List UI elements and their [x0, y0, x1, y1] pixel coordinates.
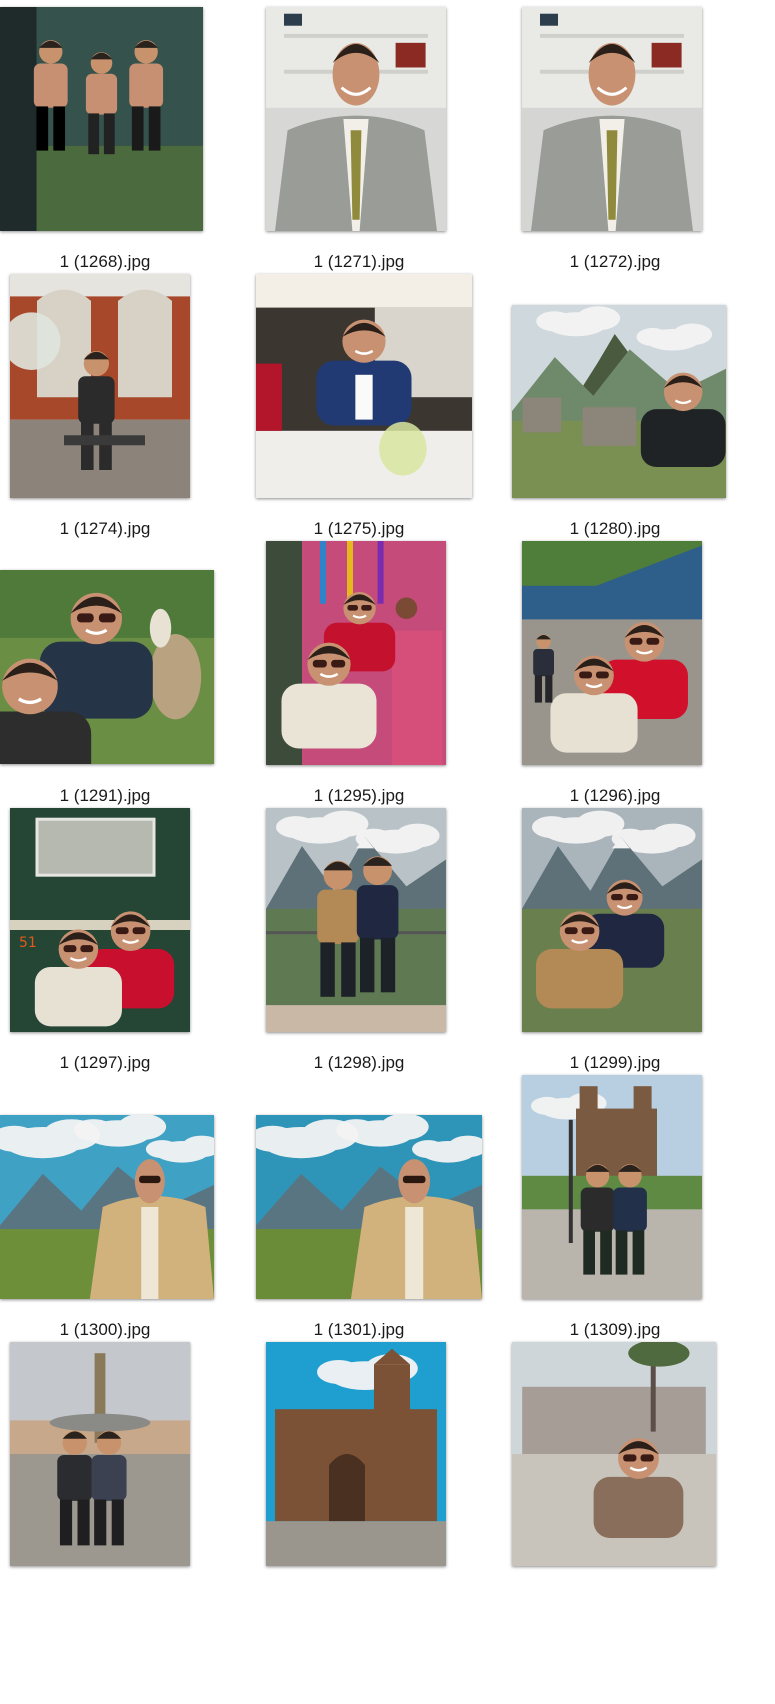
file-thumbnail[interactable]: [0, 1115, 214, 1299]
file-thumbnail[interactable]: [522, 7, 702, 231]
file-thumbnail[interactable]: [256, 274, 472, 498]
file-item[interactable]: 1 (1275).jpg: [256, 267, 512, 553]
file-thumbnail[interactable]: [266, 541, 446, 765]
file-item[interactable]: [0, 1335, 256, 1621]
file-thumbnail[interactable]: [0, 570, 214, 764]
file-item[interactable]: 51 1 (1297).jpg: [0, 801, 256, 1087]
file-thumbnail[interactable]: [266, 7, 446, 231]
file-item[interactable]: 1 (1296).jpg: [512, 534, 768, 820]
file-item[interactable]: 1 (1274).jpg: [0, 267, 256, 553]
file-item[interactable]: 1 (1300).jpg: [0, 1068, 256, 1354]
file-thumbnail[interactable]: [266, 808, 446, 1032]
file-item[interactable]: [256, 1335, 512, 1621]
file-item[interactable]: 1 (1291).jpg: [0, 534, 256, 820]
file-item[interactable]: [512, 1335, 768, 1621]
file-thumbnail[interactable]: [522, 541, 702, 765]
file-thumbnail[interactable]: [522, 1075, 702, 1299]
file-thumbnail[interactable]: [10, 274, 190, 498]
file-thumbnail[interactable]: [522, 808, 702, 1032]
file-item[interactable]: 1 (1301).jpg: [256, 1068, 512, 1354]
file-item[interactable]: 1 (1309).jpg: [512, 1068, 768, 1354]
svg-text:51: 51: [19, 935, 37, 951]
file-item[interactable]: 1 (1299).jpg: [512, 801, 768, 1087]
file-grid: 1 (1268).jpg 1 (1271).jpg 1 (1272).jpg 1…: [0, 0, 775, 1704]
file-item[interactable]: 1 (1272).jpg: [512, 0, 768, 286]
file-item[interactable]: 1 (1280).jpg: [512, 267, 768, 553]
file-item[interactable]: 1 (1268).jpg: [0, 0, 256, 286]
file-thumbnail[interactable]: [10, 1342, 190, 1566]
file-thumbnail[interactable]: [266, 1342, 446, 1566]
file-thumbnail[interactable]: [256, 1115, 482, 1299]
file-thumbnail[interactable]: [0, 7, 203, 231]
file-thumbnail[interactable]: 51: [10, 808, 190, 1032]
file-item[interactable]: 1 (1298).jpg: [256, 801, 512, 1087]
file-item[interactable]: 1 (1295).jpg: [256, 534, 512, 820]
file-thumbnail[interactable]: [512, 1342, 716, 1566]
file-item[interactable]: 1 (1271).jpg: [256, 0, 512, 286]
file-thumbnail[interactable]: [512, 305, 726, 498]
